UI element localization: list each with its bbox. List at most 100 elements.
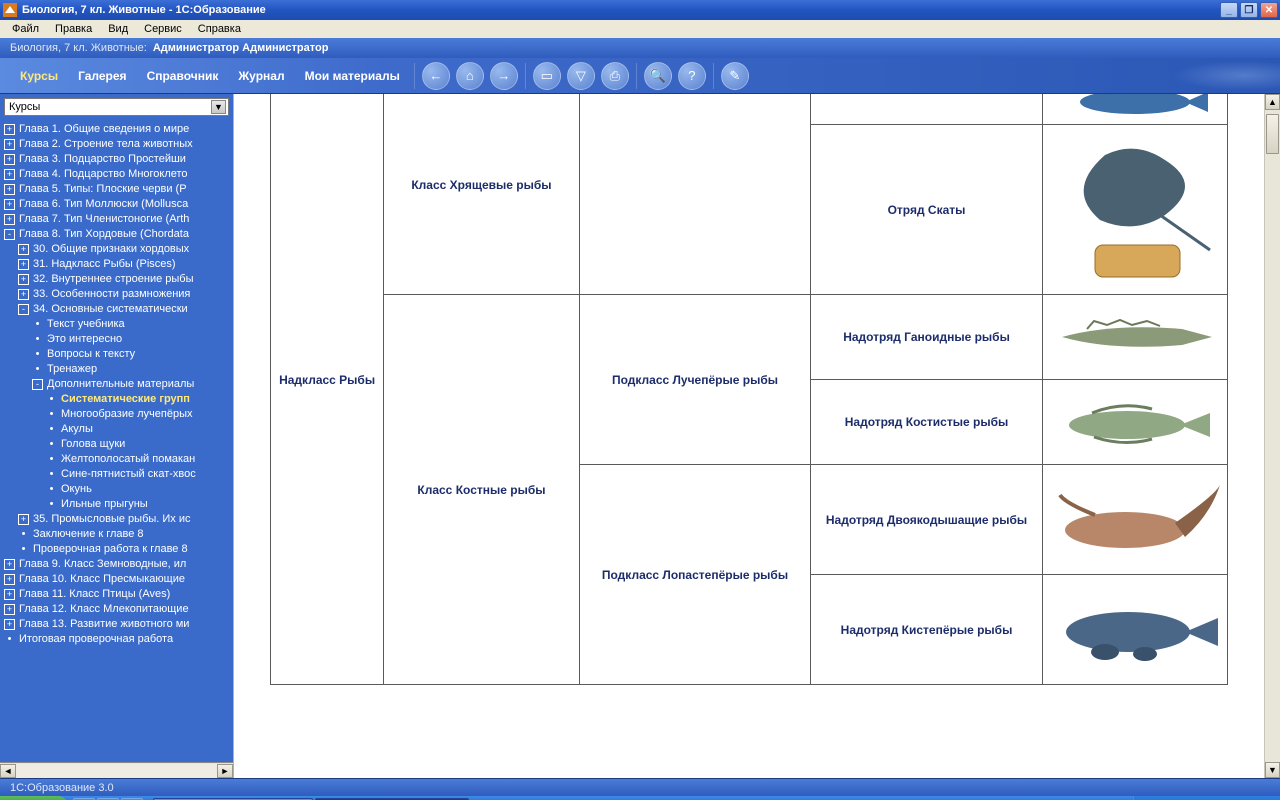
tab-reference[interactable]: Справочник	[137, 58, 229, 94]
expand-icon[interactable]: +	[18, 274, 29, 285]
tree-item[interactable]: •Голова щуки	[4, 437, 233, 452]
tree-item-label: Вопросы к тексту	[47, 347, 135, 362]
tree-item-label: Глава 10. Класс Пресмыкающие	[19, 572, 185, 587]
tree-item[interactable]: -Дополнительные материалы	[4, 377, 233, 392]
search-button[interactable]: 🔍	[644, 62, 672, 90]
expand-icon[interactable]: +	[4, 574, 15, 585]
expand-icon[interactable]: +	[4, 169, 15, 180]
tool-button[interactable]: ✎	[721, 62, 749, 90]
scroll-right-button[interactable]: ►	[217, 764, 233, 778]
tree-item[interactable]: +Глава 12. Класс Млекопитающие	[4, 602, 233, 617]
minimize-button[interactable]: _	[1220, 2, 1238, 18]
expand-icon[interactable]: +	[4, 184, 15, 195]
tree-item-label: Глава 9. Класс Земноводные, ил	[19, 557, 186, 572]
collapse-icon[interactable]: -	[18, 304, 29, 315]
tree-item[interactable]: +31. Надкласс Рыбы (Pisces)	[4, 257, 233, 272]
scroll-thumb[interactable]	[1266, 114, 1279, 154]
start-button[interactable]: Пуск	[0, 796, 68, 800]
tree-item[interactable]: +Глава 3. Подцарство Простейши	[4, 152, 233, 167]
tree-item[interactable]: +Глава 7. Тип Членистоногие (Arth	[4, 212, 233, 227]
cell-image-1	[1042, 125, 1227, 295]
tree-item[interactable]: •Систематические групп	[4, 392, 233, 407]
tree-item-label: 31. Надкласс Рыбы (Pisces)	[33, 257, 176, 272]
expand-icon[interactable]: +	[18, 244, 29, 255]
expand-icon[interactable]: +	[18, 289, 29, 300]
frame-button[interactable]: ▭	[533, 62, 561, 90]
sidebar-dropdown[interactable]: Курсы ▼	[4, 98, 229, 116]
tree-item[interactable]: •Это интересно	[4, 332, 233, 347]
expand-icon[interactable]: +	[4, 139, 15, 150]
scroll-left-button[interactable]: ◄	[0, 764, 16, 778]
expand-icon[interactable]: +	[4, 589, 15, 600]
expand-icon[interactable]: +	[4, 559, 15, 570]
scroll-up-button[interactable]: ▲	[1265, 94, 1280, 110]
tree-item[interactable]: +Глава 6. Тип Моллюски (Mollusca	[4, 197, 233, 212]
menu-service[interactable]: Сервис	[136, 23, 190, 35]
tree-item[interactable]: •Проверочная работа к главе 8	[4, 542, 233, 557]
tree-item[interactable]: •Окунь	[4, 482, 233, 497]
tab-gallery[interactable]: Галерея	[68, 58, 136, 94]
expand-icon[interactable]: +	[4, 199, 15, 210]
course-tree[interactable]: +Глава 1. Общие сведения о мире+Глава 2.…	[0, 120, 233, 762]
tree-item[interactable]: +Глава 13. Развитие животного ми	[4, 617, 233, 632]
tree-item[interactable]: •Сине-пятнистый скат-хвос	[4, 467, 233, 482]
tree-item[interactable]: •Ильные прыгуны	[4, 497, 233, 512]
tree-item[interactable]: +32. Внутреннее строение рыбы	[4, 272, 233, 287]
tree-item[interactable]: +Глава 11. Класс Птицы (Aves)	[4, 587, 233, 602]
menu-file[interactable]: Файл	[4, 23, 47, 35]
tab-courses[interactable]: Курсы	[10, 58, 68, 94]
tree-item[interactable]: •Заключение к главе 8	[4, 527, 233, 542]
collapse-icon[interactable]: -	[32, 379, 43, 390]
tree-item[interactable]: +Глава 1. Общие сведения о мире	[4, 122, 233, 137]
content-vscroll[interactable]: ▲ ▼	[1264, 94, 1280, 778]
tree-item[interactable]: -Глава 8. Тип Хордовые (Chordata	[4, 227, 233, 242]
tree-item[interactable]: •Многообразие лучепёрых	[4, 407, 233, 422]
expand-icon[interactable]: +	[4, 124, 15, 135]
print-button[interactable]: ⎙	[601, 62, 629, 90]
menu-edit[interactable]: Правка	[47, 23, 100, 35]
close-button[interactable]: ✕	[1260, 2, 1278, 18]
tree-item[interactable]: -34. Основные систематически	[4, 302, 233, 317]
expand-icon[interactable]: +	[4, 214, 15, 225]
menu-help[interactable]: Справка	[190, 23, 249, 35]
back-button[interactable]: ←	[422, 62, 450, 90]
menu-view[interactable]: Вид	[100, 23, 136, 35]
tree-item-label: 34. Основные систематически	[33, 302, 188, 317]
tree-item[interactable]: +Глава 5. Типы: Плоские черви (P	[4, 182, 233, 197]
main-toolbar: Курсы Галерея Справочник Журнал Мои мате…	[0, 58, 1280, 94]
tree-item[interactable]: •Акулы	[4, 422, 233, 437]
tab-my-materials[interactable]: Мои материалы	[295, 58, 410, 94]
chevron-down-icon[interactable]: ▼	[211, 100, 226, 114]
tree-item-label: Глава 2. Строение тела животных	[19, 137, 193, 152]
expand-icon[interactable]: +	[4, 619, 15, 630]
tree-item[interactable]: + Глава 10. Класс Пресмыкающие	[4, 572, 233, 587]
home-button[interactable]: ⌂	[456, 62, 484, 90]
scroll-track[interactable]	[16, 764, 217, 778]
forward-button[interactable]: →	[490, 62, 518, 90]
restore-button[interactable]: ❐	[1240, 2, 1258, 18]
expand-icon[interactable]: +	[4, 604, 15, 615]
tree-item[interactable]: •Итоговая проверочная работа	[4, 632, 233, 647]
tree-item[interactable]: •Желтополосатый помакан	[4, 452, 233, 467]
help-button[interactable]: ?	[678, 62, 706, 90]
tree-item[interactable]: +30. Общие признаки хордовых	[4, 242, 233, 257]
window-title: Биология, 7 кл. Животные - 1С:Образовани…	[22, 4, 1218, 16]
tree-item[interactable]: +Глава 4. Подцарство Многоклето	[4, 167, 233, 182]
scroll-down-button[interactable]: ▼	[1265, 762, 1280, 778]
projector-button[interactable]: ▽	[567, 62, 595, 90]
tree-item-label: Сине-пятнистый скат-хвос	[61, 467, 196, 482]
sidebar-hscroll[interactable]: ◄ ►	[0, 762, 233, 778]
tree-item[interactable]: •Тренажер	[4, 362, 233, 377]
classification-table: Надкласс Рыбы Класс Хрящевые рыбы Отряд …	[270, 94, 1228, 685]
tree-item[interactable]: •Текст учебника	[4, 317, 233, 332]
tab-journal[interactable]: Журнал	[228, 58, 294, 94]
tree-item[interactable]: + Глава 9. Класс Земноводные, ил	[4, 557, 233, 572]
tree-item[interactable]: + Глава 2. Строение тела животных	[4, 137, 233, 152]
expand-icon[interactable]: +	[18, 514, 29, 525]
tree-item[interactable]: +35. Промысловые рыбы. Их ис	[4, 512, 233, 527]
collapse-icon[interactable]: -	[4, 229, 15, 240]
tree-item[interactable]: •Вопросы к тексту	[4, 347, 233, 362]
expand-icon[interactable]: +	[18, 259, 29, 270]
tree-item[interactable]: +33. Особенности размножения	[4, 287, 233, 302]
expand-icon[interactable]: +	[4, 154, 15, 165]
